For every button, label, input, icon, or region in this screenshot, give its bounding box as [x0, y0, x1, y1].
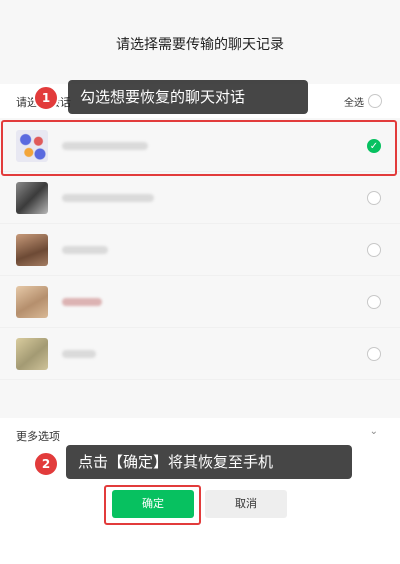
avatar: [16, 338, 48, 370]
step2-annotation: 点击【确定】将其恢复至手机: [66, 445, 352, 479]
more-options-label: 更多选项: [16, 430, 60, 443]
avatar: [16, 234, 48, 266]
conversation-row[interactable]: [0, 276, 400, 328]
select-radio[interactable]: [367, 295, 381, 309]
conversation-row[interactable]: [0, 328, 400, 380]
conversation-name-redacted: [62, 194, 154, 202]
step2-badge: 2: [33, 451, 59, 477]
select-all-radio[interactable]: [368, 94, 382, 108]
conversation-name-redacted: [62, 350, 96, 358]
avatar: [16, 182, 48, 214]
avatar: [16, 286, 48, 318]
conversation-row[interactable]: [0, 172, 400, 224]
select-radio[interactable]: [367, 243, 381, 257]
select-radio[interactable]: [367, 347, 381, 361]
cancel-button[interactable]: 取消: [205, 490, 287, 518]
dialog-title: 请选择需要传输的聊天记录: [116, 37, 284, 53]
conversation-name-redacted: [62, 246, 108, 254]
step1-badge: 1: [33, 85, 59, 111]
conversation-row[interactable]: [0, 224, 400, 276]
confirm-button-highlight: [104, 485, 201, 525]
step1-annotation: 勾选想要恢复的聊天对话: [68, 80, 308, 114]
select-all-label[interactable]: 全选: [344, 94, 364, 109]
conversation-name-redacted: [62, 298, 102, 306]
select-radio[interactable]: [367, 191, 381, 205]
chevron-down-icon[interactable]: ⌄: [370, 426, 378, 437]
selected-row-highlight: [1, 120, 397, 176]
